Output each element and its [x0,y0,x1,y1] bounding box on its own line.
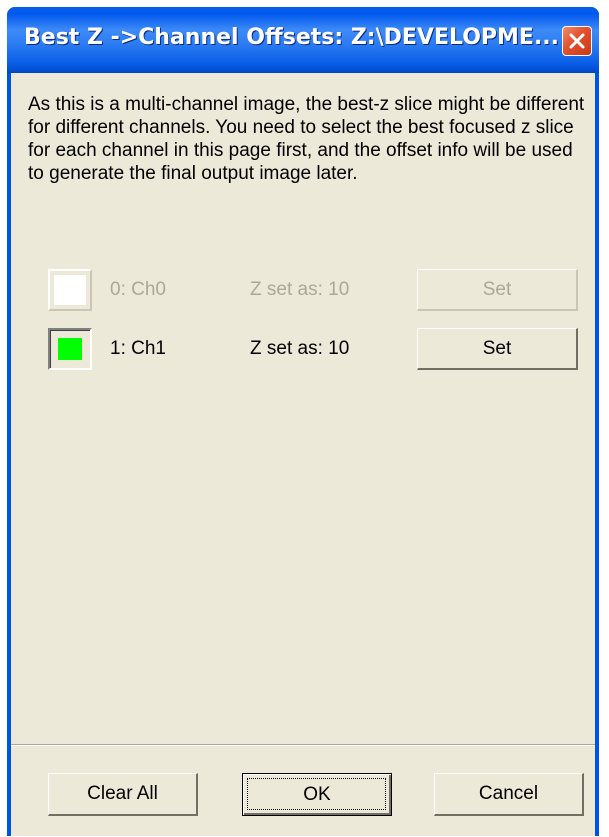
channel-color-button-0 [48,269,92,311]
intro-text: As this is a multi-channel image, the be… [28,94,585,184]
title-bar[interactable]: Best Z ->Channel Offsets: Z:\DEVELOPME..… [7,7,599,73]
window-title: Best Z ->Channel Offsets: Z:\DEVELOPME..… [24,25,560,50]
set-button-0[interactable]: Set [417,269,578,311]
channel-color-button-1[interactable] [48,328,92,370]
channel-color-swatch-0 [54,275,86,305]
channel-row-1: 1: Ch1 Z set as: 10 Set [11,324,595,374]
clear-all-button[interactable]: Clear All [48,773,198,816]
close-icon [569,33,585,49]
dialog-body: As this is a multi-channel image, the be… [11,73,595,836]
channel-z-text-1: Z set as: 10 [250,338,350,359]
close-button[interactable] [562,26,592,56]
channel-z-text-0: Z set as: 10 [250,279,350,300]
channel-row-0: 0: Ch0 Z set as: 10 Set [11,265,595,315]
set-button-1[interactable]: Set [417,328,578,370]
ok-button[interactable]: OK [242,773,392,816]
focus-rectangle [247,778,386,810]
channel-color-swatch-1 [58,338,82,360]
cancel-button[interactable]: Cancel [434,773,584,816]
channel-label-1: 1: Ch1 [110,338,166,359]
dialog-window: Best Z ->Channel Offsets: Z:\DEVELOPME..… [7,7,599,836]
footer-divider [11,744,595,746]
channel-label-0: 0: Ch0 [110,279,166,300]
